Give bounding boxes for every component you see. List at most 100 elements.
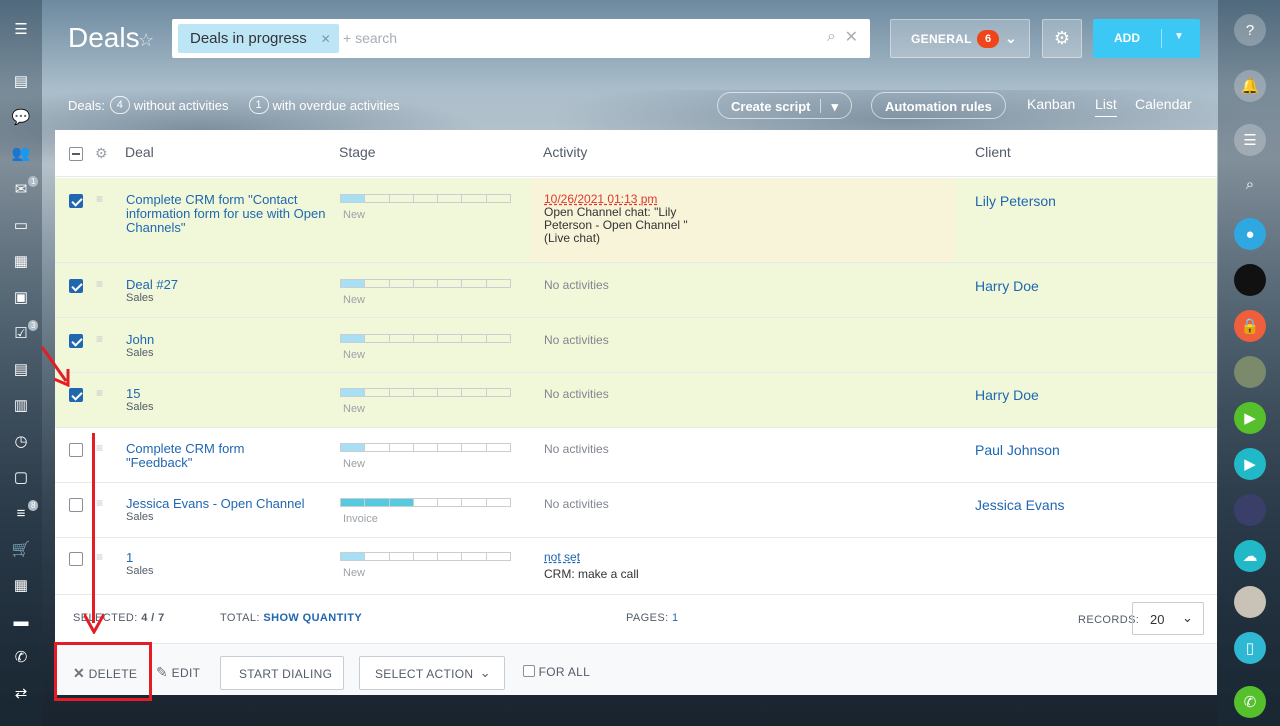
activity-date-link[interactable]: 10/26/2021 01:13 pm (544, 192, 657, 206)
records-per-page-select[interactable]: 20 ⌄ (1132, 602, 1204, 635)
stage-progress-bar[interactable] (340, 279, 511, 288)
search-icon[interactable]: ⌕ (1234, 168, 1266, 200)
apps-icon[interactable]: ▦ (12, 576, 30, 594)
table-row[interactable]: ≡ 1 Sales New not set CRM: make a call (55, 538, 1217, 595)
drag-handle-icon[interactable]: ≡ (96, 551, 110, 563)
clock-icon[interactable]: ◷ (12, 432, 30, 450)
client-link[interactable]: Harry Doe (975, 278, 1039, 294)
deal-name-link[interactable]: Deal #27 (126, 278, 326, 292)
inventory-icon[interactable]: ▬ (12, 612, 30, 630)
deal-name-link[interactable]: Jessica Evans - Open Channel (126, 497, 326, 511)
row-checkbox[interactable] (69, 279, 83, 293)
column-deal[interactable]: Deal (125, 144, 154, 160)
drive-icon[interactable]: ▭ (12, 216, 30, 234)
grid-settings-icon[interactable]: ⚙ (95, 145, 108, 162)
table-row[interactable]: ≡ Complete CRM form "Feedback" New No ac… (55, 428, 1217, 483)
call-icon[interactable]: ✆ (1234, 686, 1266, 718)
tab-list[interactable]: List (1095, 96, 1117, 117)
client-link[interactable]: Harry Doe (975, 387, 1039, 403)
add-button[interactable]: ADD ▼ (1093, 19, 1200, 58)
stage-progress-bar[interactable] (340, 334, 511, 343)
show-quantity-link[interactable]: SHOW QUANTITY (263, 612, 362, 624)
document-icon[interactable]: ▦ (12, 252, 30, 270)
general-pipeline-selector[interactable]: GENERAL 6 ⌄ (890, 19, 1030, 58)
deal-name-link[interactable]: Complete CRM form "Contact information f… (126, 193, 326, 235)
table-row[interactable]: ≡ John Sales New No activities (55, 318, 1217, 373)
table-row[interactable]: ≡ Jessica Evans - Open Channel Sales Inv… (55, 483, 1217, 538)
without-activities-count[interactable]: 4 (109, 96, 130, 114)
lock-icon[interactable]: 🔒 (1234, 310, 1266, 342)
overdue-label[interactable]: with overdue activities (273, 98, 400, 113)
deal-name-link[interactable]: John (126, 333, 326, 347)
tab-kanban[interactable]: Kanban (1027, 96, 1075, 112)
stage-progress-bar[interactable] (340, 443, 511, 452)
table-row[interactable]: ≡ Complete CRM form "Contact information… (55, 178, 1217, 263)
column-stage[interactable]: Stage (339, 144, 376, 160)
calendar-icon[interactable]: ▣ (12, 288, 30, 306)
search-bar[interactable]: Deals in progress ✕ + search ⌕ ✕ (172, 19, 870, 58)
activity-date-link[interactable]: not set (544, 550, 580, 564)
stage-progress-bar[interactable] (340, 194, 511, 203)
stage-progress-bar[interactable] (340, 498, 511, 507)
column-activity[interactable]: Activity (543, 144, 587, 160)
column-client[interactable]: Client (975, 144, 1011, 160)
drag-handle-icon[interactable]: ≡ (96, 278, 110, 290)
create-script-button[interactable]: Create script ▾ (717, 92, 853, 119)
chat-list-icon[interactable]: ☰ (1234, 124, 1266, 156)
row-checkbox[interactable] (69, 443, 83, 457)
video-call-icon[interactable]: ▶ (1234, 402, 1266, 434)
stage-progress-bar[interactable] (340, 552, 511, 561)
crm-icon[interactable]: ▥ (12, 396, 30, 414)
client-link[interactable]: Jessica Evans (975, 497, 1064, 513)
drag-handle-icon[interactable]: ≡ (96, 387, 110, 399)
deal-name-link[interactable]: 15 (126, 387, 326, 401)
for-all-box[interactable] (523, 665, 535, 677)
edit-button[interactable]: ✎ EDIT (156, 664, 200, 698)
tab-calendar[interactable]: Calendar (1135, 96, 1192, 112)
contacts-icon[interactable]: ▤ (12, 360, 30, 378)
drag-handle-icon[interactable]: ≡ (96, 442, 110, 454)
row-checkbox[interactable] (69, 194, 83, 208)
avatar-user-2[interactable] (1234, 494, 1266, 526)
sites-icon[interactable]: ▢ (12, 468, 30, 486)
select-all-checkbox[interactable] (69, 147, 83, 161)
overdue-count[interactable]: 1 (248, 96, 269, 114)
table-row[interactable]: ≡ Deal #27 Sales New No activities Harry… (55, 263, 1217, 318)
client-link[interactable]: Lily Peterson (975, 193, 1056, 209)
create-script-dropdown-icon[interactable]: ▾ (831, 99, 838, 114)
for-all-checkbox[interactable]: FOR ALL (523, 665, 590, 699)
page-link[interactable]: 1 (672, 612, 679, 624)
cloud-icon[interactable]: ☁ (1234, 540, 1266, 572)
menu-icon[interactable]: ☰ (12, 20, 30, 38)
drag-handle-icon[interactable]: ≡ (96, 333, 110, 345)
row-checkbox[interactable] (69, 498, 83, 512)
clear-icon[interactable]: ✕ (845, 27, 858, 47)
client-link[interactable]: Paul Johnson (975, 442, 1060, 458)
avatar-user-3[interactable] (1234, 586, 1266, 618)
avatar-fusion[interactable] (1234, 264, 1266, 296)
table-row[interactable]: ≡ 15 Sales New No activities Harry Doe (55, 373, 1217, 428)
search-input[interactable]: + search (343, 30, 397, 46)
group-chat-icon[interactable]: ● (1234, 218, 1266, 250)
settings-gear-icon[interactable]: ⚙ (1042, 19, 1082, 58)
start-dialing-button[interactable]: START DIALING (220, 656, 344, 690)
add-dropdown-icon[interactable]: ▼ (1174, 31, 1184, 42)
avatar-user-1[interactable] (1234, 356, 1266, 388)
select-action-dropdown[interactable]: SELECT ACTION ⌄ (359, 656, 505, 690)
chip-close-icon[interactable]: ✕ (321, 32, 331, 46)
drag-handle-icon[interactable]: ≡ (96, 497, 110, 509)
video-chat-icon[interactable]: ▶ (1234, 448, 1266, 480)
phone-icon[interactable]: ✆ (12, 648, 30, 666)
help-icon[interactable]: ? (1234, 14, 1266, 46)
notifications-icon[interactable]: 🔔 (1234, 70, 1266, 102)
row-checkbox[interactable] (69, 552, 83, 566)
stage-progress-bar[interactable] (340, 388, 511, 397)
mobile-icon[interactable]: ▯ (1234, 632, 1266, 664)
deal-name-link[interactable]: 1 (126, 551, 326, 565)
deal-name-link[interactable]: Complete CRM form "Feedback" (126, 442, 266, 470)
groups-icon[interactable]: 👥 (12, 144, 31, 162)
filter-chip[interactable]: Deals in progress ✕ (178, 24, 339, 53)
drag-handle-icon[interactable]: ≡ (96, 193, 110, 205)
sync-icon[interactable]: ⇄ (12, 684, 30, 702)
cart-icon[interactable]: 🛒 (12, 540, 31, 558)
